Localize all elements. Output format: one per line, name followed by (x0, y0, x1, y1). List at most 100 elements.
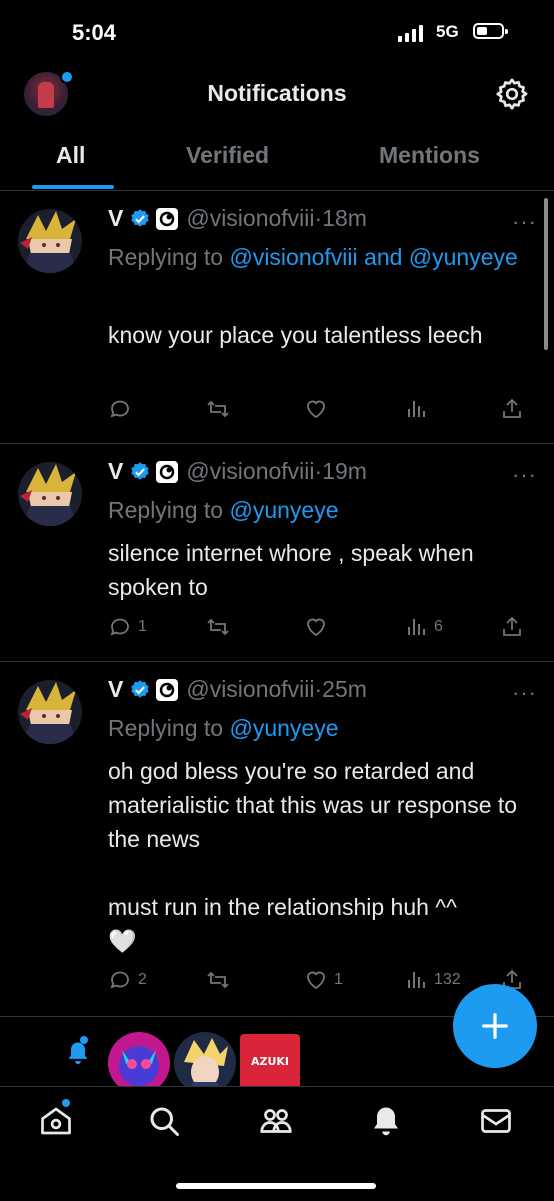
replying-to: Replying to @yunyeye (108, 492, 528, 529)
retweet-button[interactable] (206, 615, 230, 639)
home-indicator (176, 1183, 376, 1189)
views-icon (408, 972, 425, 988)
space-avatar-azuki[interactable]: AZUKI (240, 1034, 300, 1090)
like-icon (307, 618, 325, 637)
tweet-text: silence internet whore , speak when spok… (108, 540, 481, 600)
retweet-icon (207, 618, 229, 636)
status-time: 5:04 (72, 20, 117, 45)
replying-to-label: Replying to (108, 244, 230, 270)
tweet-time: ·25m (314, 676, 367, 702)
reply-button[interactable]: 1 (108, 615, 147, 639)
tweet-text: know your place you talentless leech (108, 322, 483, 348)
replying-to-label: Replying to (108, 497, 230, 523)
tweet-time: ·18m (314, 205, 367, 231)
tweet-card[interactable]: V @visionofviii ·18m ··· Replying to @vi… (0, 191, 554, 444)
tweet-actions: 1 6 (108, 615, 528, 645)
share-button[interactable] (500, 397, 524, 421)
reply-icon (110, 971, 129, 989)
tweet-actions: 2 1 132 (108, 968, 528, 998)
author-handle[interactable]: @visionofviii (186, 205, 314, 232)
tab-active-indicator (32, 185, 114, 189)
retweet-icon (207, 971, 229, 989)
status-bar: 5:04 5G (0, 0, 554, 66)
views-icon (408, 619, 425, 635)
reply-mentions[interactable]: @yunyeye (229, 715, 338, 741)
verified-badge-icon (131, 679, 150, 698)
reply-button[interactable]: 2 (108, 968, 147, 992)
plus-icon (482, 1013, 508, 1039)
views-icon (408, 401, 425, 417)
like-button[interactable]: 1 (304, 968, 343, 992)
views-button[interactable] (404, 397, 428, 421)
tweet-card[interactable]: V @visionofviii ·25m ··· Replying to @yu… (0, 662, 554, 1017)
reply-mentions[interactable]: @visionofviii and @yunyeye (229, 244, 517, 270)
reply-count: 2 (138, 971, 147, 988)
author-avatar[interactable] (18, 462, 82, 526)
like-button[interactable] (304, 397, 328, 421)
author-name[interactable]: V (108, 676, 123, 703)
network-label: 5G (436, 22, 459, 41)
spaces-dot (80, 1036, 88, 1044)
replying-to: Replying to @visionofviii and @yunyeye (108, 239, 528, 276)
spaces-bell-icon[interactable] (64, 1038, 92, 1068)
more-options-icon[interactable]: ··· (512, 209, 537, 235)
verified-badge-icon (131, 461, 150, 480)
battery-icon (473, 23, 508, 39)
signal-icon (398, 24, 423, 42)
tweet-actions (108, 397, 528, 427)
notification-tabs: All Verified Mentions (0, 122, 554, 191)
replying-to-label: Replying to (108, 715, 230, 741)
compose-button[interactable] (453, 984, 537, 1068)
author-handle[interactable]: @visionofviii (186, 676, 314, 703)
gear-icon[interactable] (494, 76, 530, 112)
like-icon (307, 400, 325, 419)
notifications-icon[interactable] (368, 1103, 404, 1139)
reply-mentions[interactable]: @yunyeye (229, 497, 338, 523)
home-notification-dot (62, 1099, 70, 1107)
author-avatar[interactable] (18, 680, 82, 744)
retweet-button[interactable] (206, 968, 230, 992)
author-name[interactable]: V (108, 458, 123, 485)
share-icon (503, 398, 521, 418)
like-button[interactable] (304, 615, 328, 639)
tweet-text: oh god bless you're so retarded and mate… (108, 758, 518, 954)
tab-all[interactable]: All (56, 142, 85, 169)
author-name[interactable]: V (108, 205, 123, 232)
affiliate-badge-icon (156, 207, 179, 230)
share-button[interactable] (500, 615, 524, 639)
more-options-icon[interactable]: ··· (512, 462, 537, 488)
search-icon[interactable] (146, 1103, 182, 1139)
space-avatar[interactable] (174, 1032, 236, 1094)
tab-verified[interactable]: Verified (186, 142, 269, 169)
retweet-button[interactable] (206, 397, 230, 421)
top-bar: Notifications (0, 66, 554, 122)
tweet-time: ·19m (314, 458, 367, 484)
verified-badge-icon (131, 208, 150, 227)
replying-to: Replying to @yunyeye (108, 710, 528, 747)
like-count: 1 (334, 971, 343, 988)
view-count: 6 (434, 618, 443, 635)
reply-icon (110, 400, 129, 418)
affiliate-badge-icon (156, 678, 179, 701)
author-avatar[interactable] (18, 209, 82, 273)
reply-icon (110, 618, 129, 636)
home-icon[interactable] (38, 1103, 74, 1139)
retweet-icon (207, 400, 229, 418)
page-title: Notifications (207, 80, 347, 106)
author-handle[interactable]: @visionofviii (186, 458, 314, 485)
tweet-card[interactable]: V @visionofviii ·19m ··· Replying to @yu… (0, 444, 554, 662)
space-avatar[interactable] (108, 1032, 170, 1094)
reply-count: 1 (138, 618, 147, 635)
like-icon (307, 971, 325, 990)
reply-button[interactable] (108, 397, 138, 421)
views-button[interactable]: 6 (404, 615, 443, 639)
views-button[interactable]: 132 (404, 968, 461, 992)
view-count: 132 (434, 971, 461, 988)
communities-icon[interactable] (258, 1103, 294, 1139)
share-icon (503, 616, 521, 636)
messages-icon[interactable] (478, 1103, 514, 1139)
bottom-nav (0, 1086, 554, 1201)
tab-mentions[interactable]: Mentions (379, 142, 480, 169)
affiliate-badge-icon (156, 460, 179, 483)
more-options-icon[interactable]: ··· (512, 680, 537, 706)
